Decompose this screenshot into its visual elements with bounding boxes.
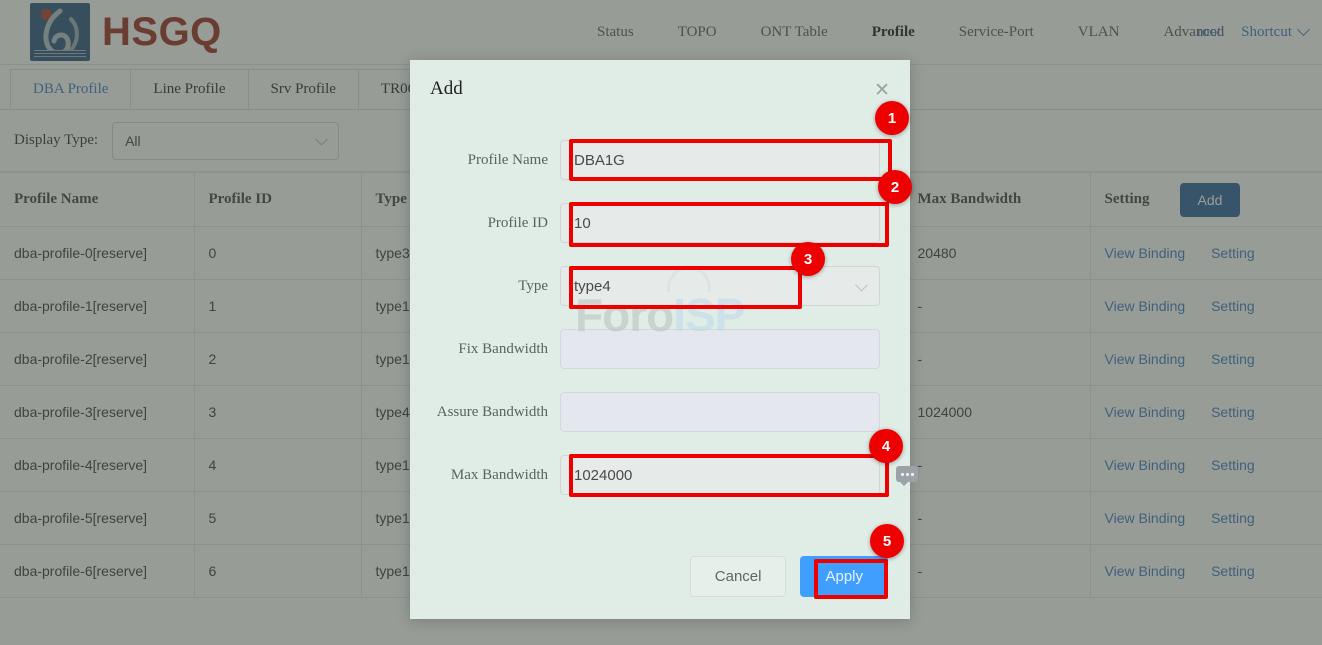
annotation-badge-5: 5 xyxy=(870,524,904,558)
type-value: type4 xyxy=(574,277,611,295)
field-max-bandwidth: Max Bandwidth 1024000 xyxy=(410,455,880,495)
field-profile-name: Profile Name DBA1G xyxy=(410,140,880,180)
profile-name-input[interactable]: DBA1G xyxy=(560,140,880,180)
profile-id-label: Profile ID xyxy=(487,214,548,231)
field-profile-id: Profile ID 10 xyxy=(410,203,880,243)
annotation-badge-2: 2 xyxy=(878,170,912,204)
max-bandwidth-label: Max Bandwidth xyxy=(450,466,548,483)
fix-bandwidth-input[interactable] xyxy=(560,329,880,369)
app-root: HSGQ Status TOPO ONT Table Profile Servi… xyxy=(0,0,1322,645)
assure-bandwidth-label: Assure Bandwidth xyxy=(436,403,548,420)
annotation-badge-1: 1 xyxy=(875,101,909,135)
profile-name-label: Profile Name xyxy=(467,151,548,168)
max-bandwidth-value: 1024000 xyxy=(574,466,633,484)
type-select[interactable]: type4 xyxy=(560,266,880,306)
profile-id-value: 10 xyxy=(574,214,591,232)
type-label: Type xyxy=(518,277,548,294)
fix-bandwidth-label: Fix Bandwidth xyxy=(458,340,548,357)
annotation-badge-3: 3 xyxy=(791,242,825,276)
dialog-title: Add xyxy=(430,78,463,99)
profile-name-value: DBA1G xyxy=(574,151,625,169)
assure-bandwidth-input[interactable] xyxy=(560,392,880,432)
field-fix-bandwidth: Fix Bandwidth xyxy=(410,329,880,369)
annotation-badge-4: 4 xyxy=(869,429,903,463)
chevron-down-icon xyxy=(855,278,868,291)
add-dba-profile-dialog: Add ✕ Profile Name DBA1G Profile ID 10 T… xyxy=(410,60,910,619)
profile-id-input[interactable]: 10 xyxy=(560,203,880,243)
cancel-button[interactable]: Cancel xyxy=(689,556,787,597)
close-icon[interactable]: ✕ xyxy=(874,81,890,100)
dialog-footer: Cancel Apply xyxy=(689,556,888,597)
max-bandwidth-input[interactable]: 1024000 xyxy=(560,455,880,495)
field-assure-bandwidth: Assure Bandwidth xyxy=(410,392,880,432)
hint-bubble-icon xyxy=(896,466,918,486)
apply-button[interactable]: Apply xyxy=(800,556,888,597)
